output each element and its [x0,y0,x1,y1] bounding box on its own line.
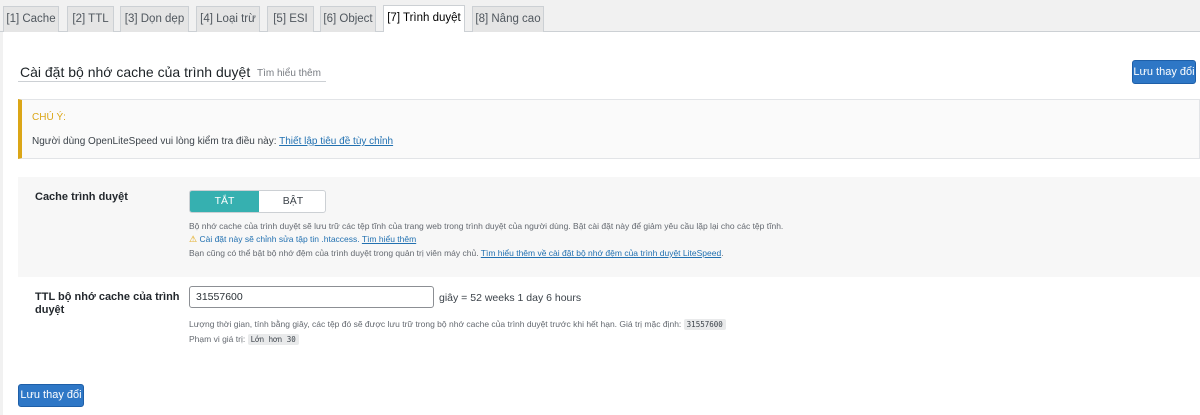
browser-cache-ttl-row: TTL bộ nhớ cache của trình duyệt 3155760… [18,277,1200,382]
ttl-description-text: Lượng thời gian, tính bằng giây, các tệp… [189,319,682,329]
tab-exclude[interactable]: [4] Loại trừ [196,6,260,33]
browser-cache-toggle[interactable]: TẮT BẬT [189,190,326,213]
warning-text: Cài đặt này sẽ chỉnh sửa tập tin .htacce… [199,234,360,244]
server-admin-text: Bạn cũng có thể bật bộ nhớ đệm của trình… [189,248,479,258]
ttl-unit-text: giây = 52 weeks 1 day 6 hours [439,292,582,304]
notice-box: CHÚ Ý: Người dùng OpenLiteSpeed vui lòng… [18,99,1200,159]
notice-text: Người dùng OpenLiteSpeed vui lòng kiểm t… [32,136,393,147]
save-button-bottom[interactable]: Lưu thay đổi [18,384,84,407]
server-admin-end: . [721,248,724,258]
ttl-input[interactable]: 31557600 [189,286,434,308]
ttl-label-line1: TTL bộ nhớ cache của trình [35,291,180,303]
tab-esi[interactable]: [5] ESI [267,6,314,33]
notice-title: CHÚ Ý: [32,112,66,123]
settings-panel: Cài đặt bộ nhớ cache của trình duyệt Tìm… [3,32,1200,415]
tab-bar: [1] Cache [2] TTL [3] Dọn dẹp [4] Loại t… [0,0,1200,33]
custom-headers-link[interactable]: Thiết lập tiêu đề tùy chỉnh [279,136,393,147]
ttl-default-value: 31557600 [683,319,726,330]
tab-browser[interactable]: [7] Trình duyệt [383,5,465,33]
learn-more-link[interactable]: Tìm hiểu thêm [257,68,321,79]
notice-message: Người dùng OpenLiteSpeed vui lòng kiểm t… [32,136,280,147]
warning-icon: ⚠ [189,234,198,244]
tab-ttl[interactable]: [2] TTL [67,6,114,33]
page-title: Cài đặt bộ nhớ cache của trình duyệt [20,64,251,80]
ttl-range-label: Phạm vi giá trị: [189,334,246,344]
tab-object[interactable]: [6] Object [320,6,376,33]
warning-learn-more-link[interactable]: Tìm hiểu thêm [362,234,416,244]
htaccess-warning: ⚠ Cài đặt này sẽ chỉnh sửa tập tin .htac… [189,234,416,245]
browser-cache-label: Cache trình duyệt [35,191,128,203]
toggle-on-option[interactable]: BẬT [259,191,325,212]
server-admin-note: Bạn cũng có thể bật bộ nhớ đệm của trình… [189,248,724,258]
tab-cleanup[interactable]: [3] Dọn dẹp [120,6,189,33]
browser-cache-description: Bộ nhớ cache của trình duyệt sẽ lưu trữ … [189,221,784,231]
browser-cache-row: Cache trình duyệt TẮT BẬT Bộ nhớ cache c… [18,177,1200,277]
ttl-description: Lượng thời gian, tính bằng giây, các tệp… [189,319,726,330]
litespeed-browser-cache-link[interactable]: Tìm hiểu thêm về cài đặt bộ nhớ đệm của … [481,248,721,258]
tab-cache[interactable]: [1] Cache [3,6,59,33]
save-button-top[interactable]: Lưu thay đổi [1132,60,1196,84]
ttl-label-line2: duyệt [35,304,65,316]
toggle-off-option[interactable]: TẮT [190,191,259,212]
tab-advanced[interactable]: [8] Nâng cao [472,6,544,33]
ttl-range-value: Lớn hơn 30 [247,334,299,345]
ttl-range: Phạm vi giá trị: Lớn hơn 30 [189,334,299,345]
title-divider [18,81,326,82]
